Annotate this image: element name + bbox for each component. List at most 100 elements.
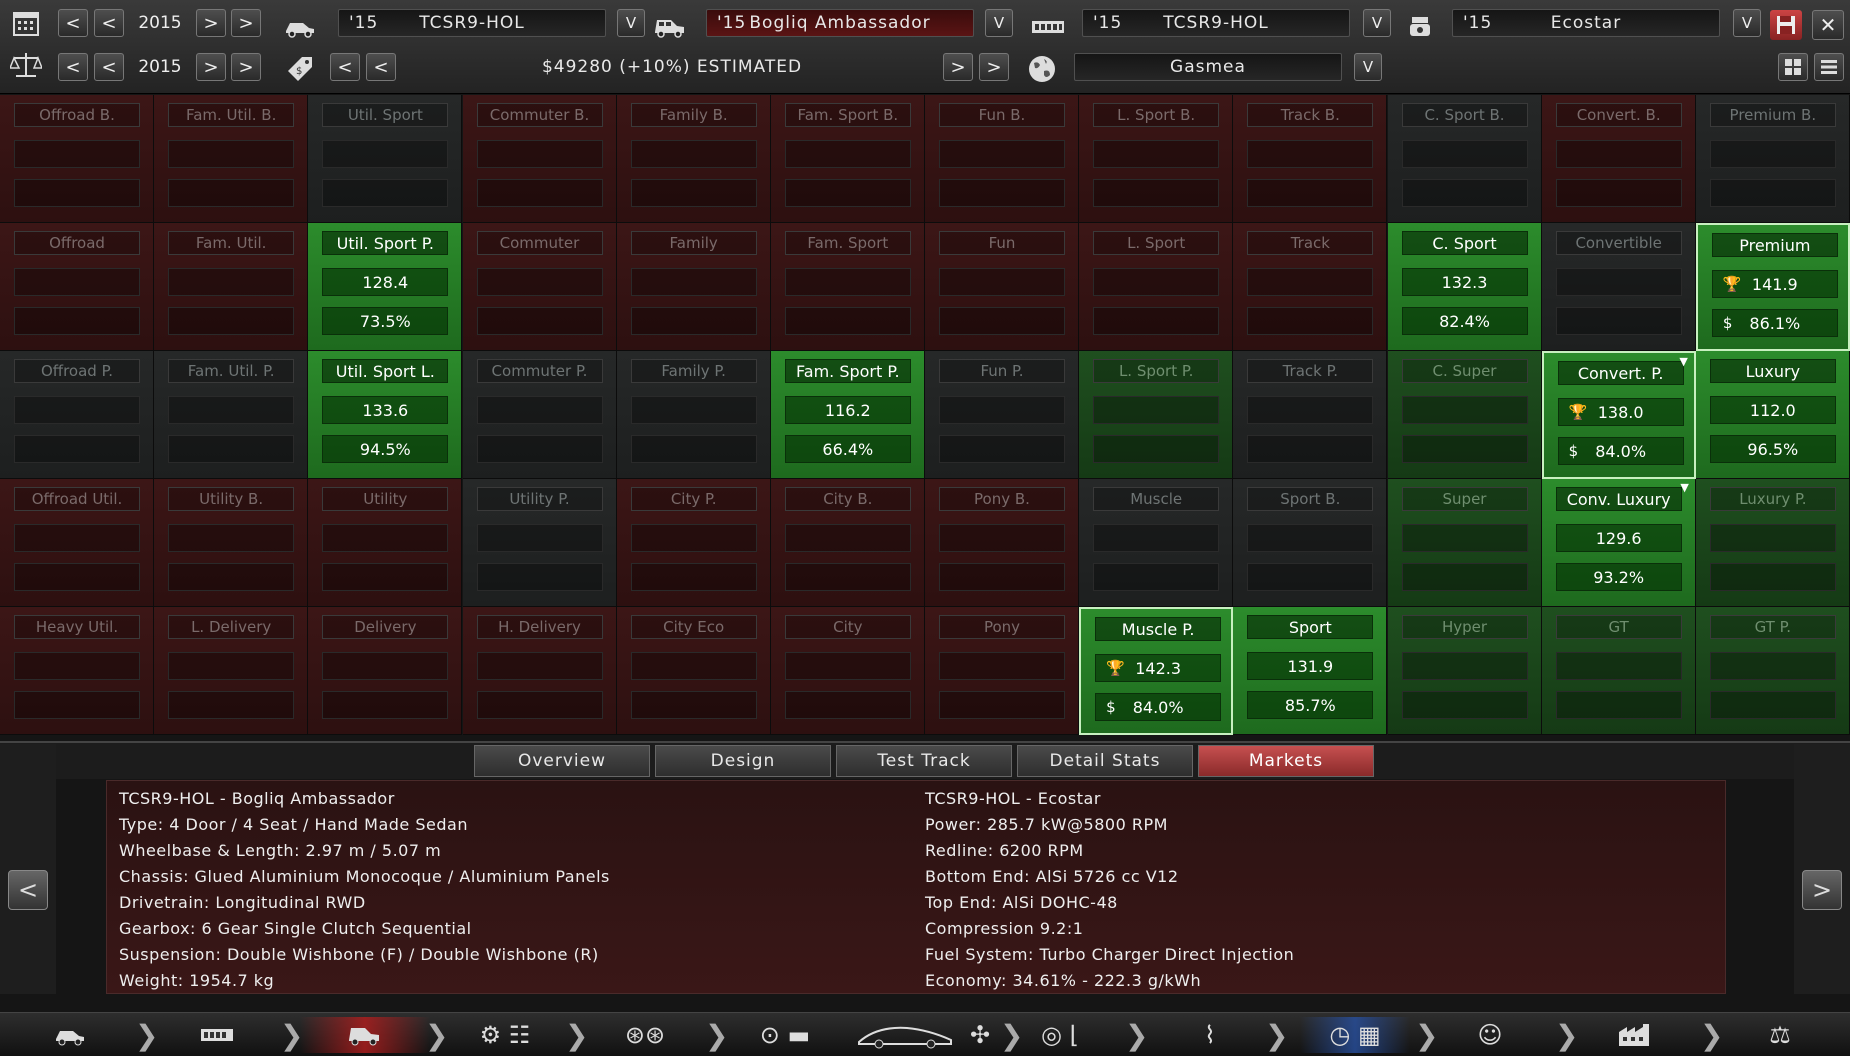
market-cell[interactable]: Super [1387,479,1542,607]
balance-scale-icon[interactable] [8,48,44,82]
fan-icon[interactable]: ✣ [960,1017,1000,1053]
market-cell[interactable]: Commuter B. [462,95,617,223]
gearbox-icon[interactable]: ⚙ ☷ [470,1017,540,1053]
calendar-icon[interactable] [8,6,44,40]
market-cell[interactable]: Utility [308,479,463,607]
previous-arrow-icon[interactable]: < [8,870,48,910]
market-cell[interactable]: Fam. Sport [770,223,925,351]
close-icon[interactable]: ✕ [1812,10,1844,40]
market-cell[interactable]: Convert. B. [1541,95,1696,223]
market-cell[interactable]: L. Sport P. [1079,351,1234,479]
body-dropdown-button[interactable]: V [617,9,645,37]
market-cell[interactable]: Fun B. [925,95,1080,223]
market-cell[interactable]: Muscle [1079,479,1234,607]
fixtures-icon[interactable]: ⊙ ▬ [740,1017,830,1053]
market-cell[interactable]: GT [1541,607,1696,735]
interior-icon[interactable]: ◎ ⌊ [1025,1017,1095,1053]
market-cell[interactable]: Track P. [1233,351,1388,479]
next-arrow-icon[interactable]: > [1802,870,1842,910]
market-cell[interactable]: Premium 🏆 141.9 $86.1% [1695,223,1850,351]
variant-dropdown-button[interactable]: V [1733,9,1761,37]
market-cell[interactable]: L. Sport [1079,223,1234,351]
market-cell[interactable]: Pony B. [925,479,1080,607]
factory-icon[interactable] [1610,1017,1660,1053]
year2-back-button[interactable]: < [94,53,124,81]
model-icon[interactable] [652,10,688,44]
aero-icon[interactable] [850,1017,960,1053]
market-cell[interactable]: Offroad P. [0,351,155,479]
model-dropdown-button[interactable]: V [985,9,1013,37]
market-cell[interactable]: Fam. Util. B. [154,95,309,223]
wheels-icon[interactable]: ⊛⊛ [610,1017,680,1053]
engineer-icon[interactable]: ☺ [1465,1017,1515,1053]
model-icon[interactable] [300,1017,430,1053]
engine-icon[interactable] [1030,10,1066,44]
market-cell[interactable]: Sport B. [1233,479,1388,607]
country-select[interactable]: Gasmea [1074,53,1342,81]
market-cell[interactable]: H. Delivery [462,607,617,735]
variant-select[interactable]: '15 Ecostar [1452,9,1720,37]
grid-view-icon[interactable] [1778,53,1808,81]
engine-variant-icon[interactable] [1402,10,1438,44]
price-tag-icon[interactable]: $ [282,52,318,86]
engine-icon[interactable] [195,1017,239,1053]
engine-select[interactable]: '15 TCSR9-HOL [1082,9,1350,37]
market-cell[interactable]: Family [616,223,771,351]
market-cell[interactable]: Conv. Luxury ▼ 129.6 93.2% [1541,479,1696,607]
market-cell[interactable]: Util. Sport L. 133.6 94.5% [308,351,463,479]
market-cell[interactable]: Fun P. [925,351,1080,479]
engine-dropdown-button[interactable]: V [1363,9,1391,37]
market-cell[interactable]: Offroad Util. [0,479,155,607]
market-cell[interactable]: City B. [770,479,925,607]
price-forward-button[interactable]: > [943,53,973,81]
market-cell[interactable]: Util. Sport [308,95,463,223]
market-cell[interactable]: L. Sport B. [1079,95,1234,223]
market-cell[interactable]: C. Super [1387,351,1542,479]
market-cell[interactable]: Hyper [1387,607,1542,735]
year2-back-fast-button[interactable]: < [58,53,88,81]
market-cell[interactable]: Offroad B. [0,95,155,223]
year2-forward-fast-button[interactable]: > [231,53,261,81]
car-body-icon[interactable] [282,10,318,44]
save-icon[interactable] [1770,10,1802,40]
market-cell[interactable]: Util. Sport P. 128.4 73.5% [308,223,463,351]
suspension-icon[interactable]: ⌇ [1185,1017,1235,1053]
testing-icon[interactable]: ◷ ▦ [1300,1017,1410,1053]
market-cell[interactable]: Pony [925,607,1080,735]
market-cell[interactable]: Fam. Sport B. [770,95,925,223]
market-cell[interactable]: L. Delivery [154,607,309,735]
market-cell[interactable]: Luxury P. [1695,479,1850,607]
country-dropdown-button[interactable]: V [1354,53,1382,81]
market-cell[interactable]: GT P. [1695,607,1850,735]
market-cell[interactable]: Convert. P. ▼ 🏆 138.0 $84.0% [1541,351,1696,479]
market-cell[interactable]: Fun [925,223,1080,351]
year-back-button[interactable]: < [94,9,124,37]
market-cell[interactable]: Sport 131.9 85.7% [1233,607,1388,735]
market-cell[interactable]: Track B. [1233,95,1388,223]
globe-icon[interactable] [1024,52,1060,86]
compare-icon[interactable]: ⚖ [1755,1017,1805,1053]
year2-forward-button[interactable]: > [196,53,226,81]
car-body-icon[interactable] [50,1017,90,1053]
market-cell[interactable]: Utility P. [462,479,617,607]
market-cell[interactable]: Muscle P. 🏆 142.3 $84.0% [1079,607,1234,735]
tab-design[interactable]: Design [655,745,831,777]
market-cell[interactable]: C. Sport 132.3 82.4% [1387,223,1542,351]
market-cell[interactable]: Delivery [308,607,463,735]
year-forward-fast-button[interactable]: > [231,9,261,37]
tab-detail-stats[interactable]: Detail Stats [1017,745,1193,777]
year-forward-button[interactable]: > [196,9,226,37]
tab-markets[interactable]: Markets [1198,745,1374,777]
market-cell[interactable]: Fam. Util. P. [154,351,309,479]
model-select[interactable]: '15 Bogliq Ambassador [706,9,974,37]
market-cell[interactable]: Utility B. [154,479,309,607]
tab-test-track[interactable]: Test Track [836,745,1012,777]
market-cell[interactable]: City [770,607,925,735]
price-back-fast-button[interactable]: < [330,53,360,81]
market-cell[interactable]: C. Sport B. [1387,95,1542,223]
market-cell[interactable]: Fam. Util. [154,223,309,351]
market-cell[interactable]: City P. [616,479,771,607]
market-cell[interactable]: Family B. [616,95,771,223]
market-cell[interactable]: Fam. Sport P. 116.2 66.4% [770,351,925,479]
market-cell[interactable]: City Eco [616,607,771,735]
